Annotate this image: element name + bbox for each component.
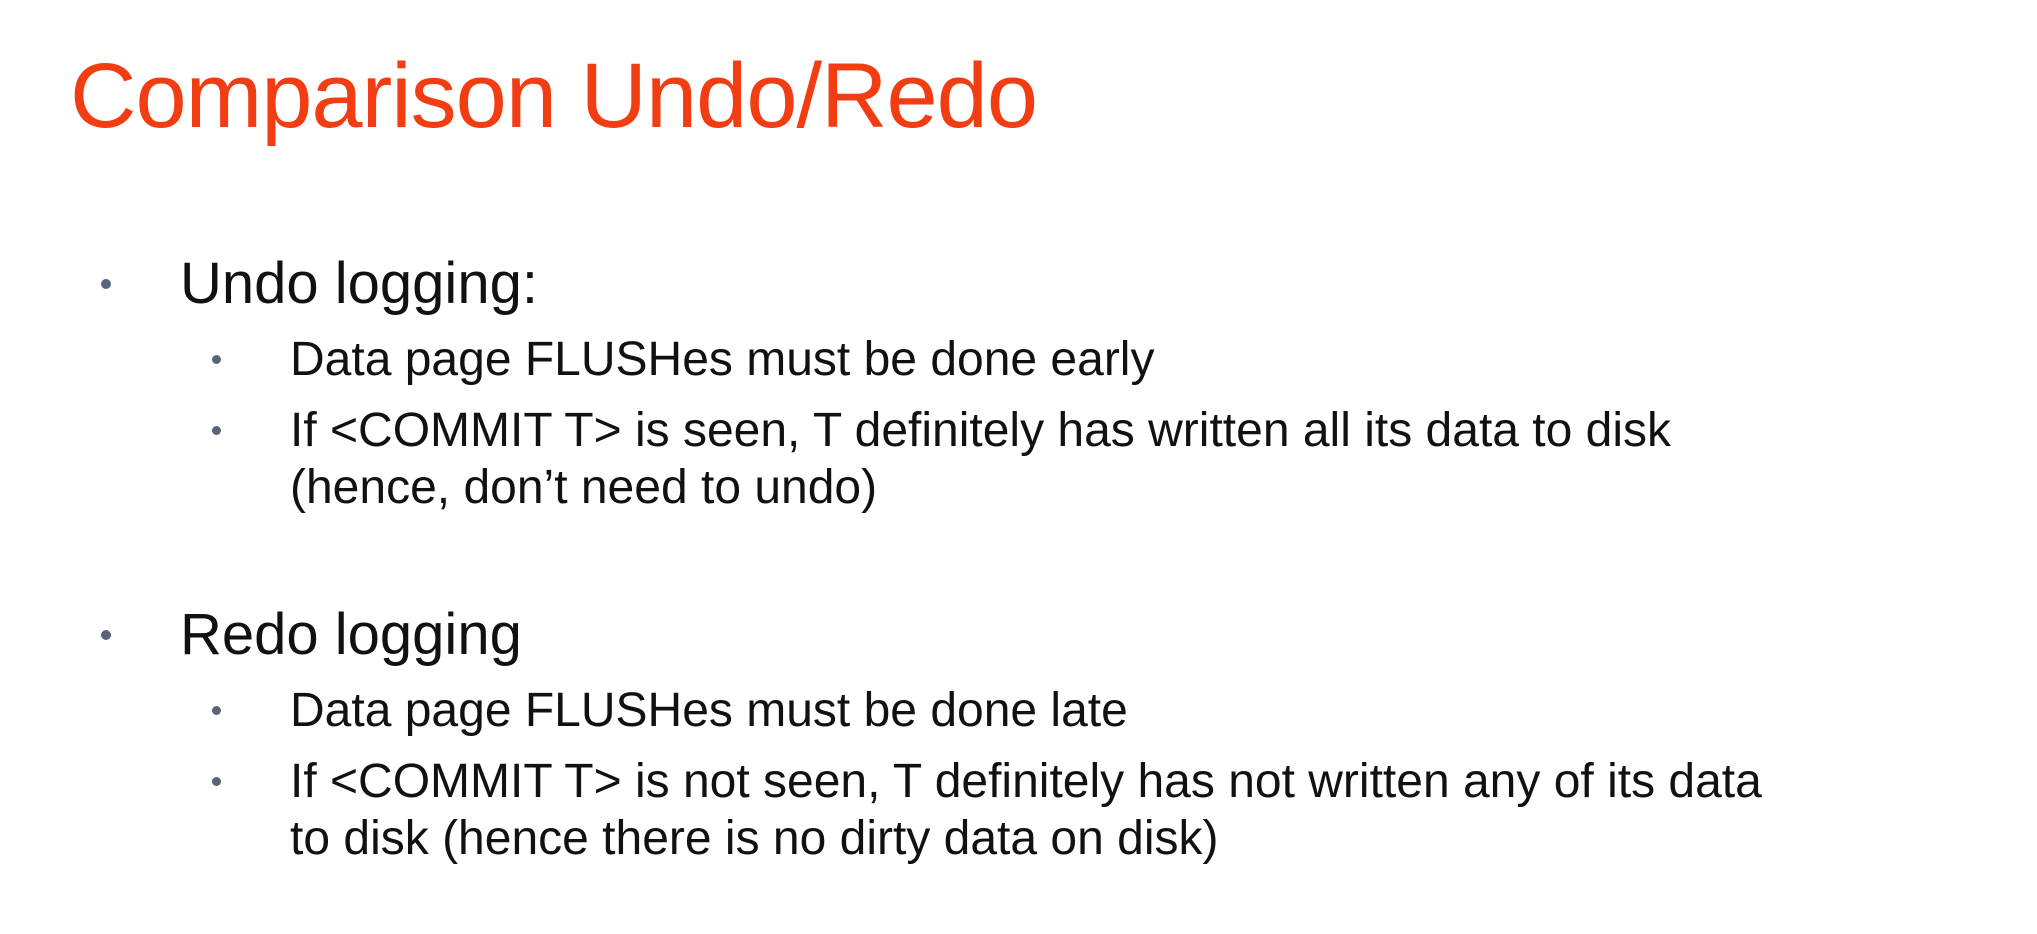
section-undo-logging: Undo logging: <box>95 251 2005 317</box>
bullet-icon <box>205 402 227 459</box>
bullet-icon <box>95 251 117 317</box>
list-item: Data page FLUSHes must be done late <box>205 682 1990 739</box>
list-item-text: Data page FLUSHes must be done early <box>290 333 1155 386</box>
section-heading: Redo logging <box>180 602 522 667</box>
list-item-text-continuation: to disk (hence there is no dirty data on… <box>290 812 1219 865</box>
bullet-icon <box>205 753 227 810</box>
list-item: Data page FLUSHes must be done early <box>205 331 1990 388</box>
list-item-text: Data page FLUSHes must be done late <box>290 684 1128 737</box>
slide-content: Undo logging: Data page FLUSHes must be … <box>95 251 2005 867</box>
bullet-icon <box>205 682 227 739</box>
bullet-icon <box>95 602 117 668</box>
list-item-text: If <COMMIT T> is not seen, T definitely … <box>290 755 1762 808</box>
slide: Comparison Undo/Redo Undo logging: Data … <box>0 0 2037 934</box>
section-redo-logging: Redo logging <box>95 602 2005 668</box>
slide-title: Comparison Undo/Redo <box>70 45 1038 147</box>
list-item: If <COMMIT T> is not seen, T definitely … <box>205 753 1990 867</box>
section-heading: Undo logging: <box>180 251 538 316</box>
list-item-text-continuation: (hence, don’t need to undo) <box>290 461 878 514</box>
list-item-text: If <COMMIT T> is seen, T definitely has … <box>290 404 1672 457</box>
bullet-icon <box>205 331 227 388</box>
list-item: If <COMMIT T> is seen, T definitely has … <box>205 402 1990 516</box>
